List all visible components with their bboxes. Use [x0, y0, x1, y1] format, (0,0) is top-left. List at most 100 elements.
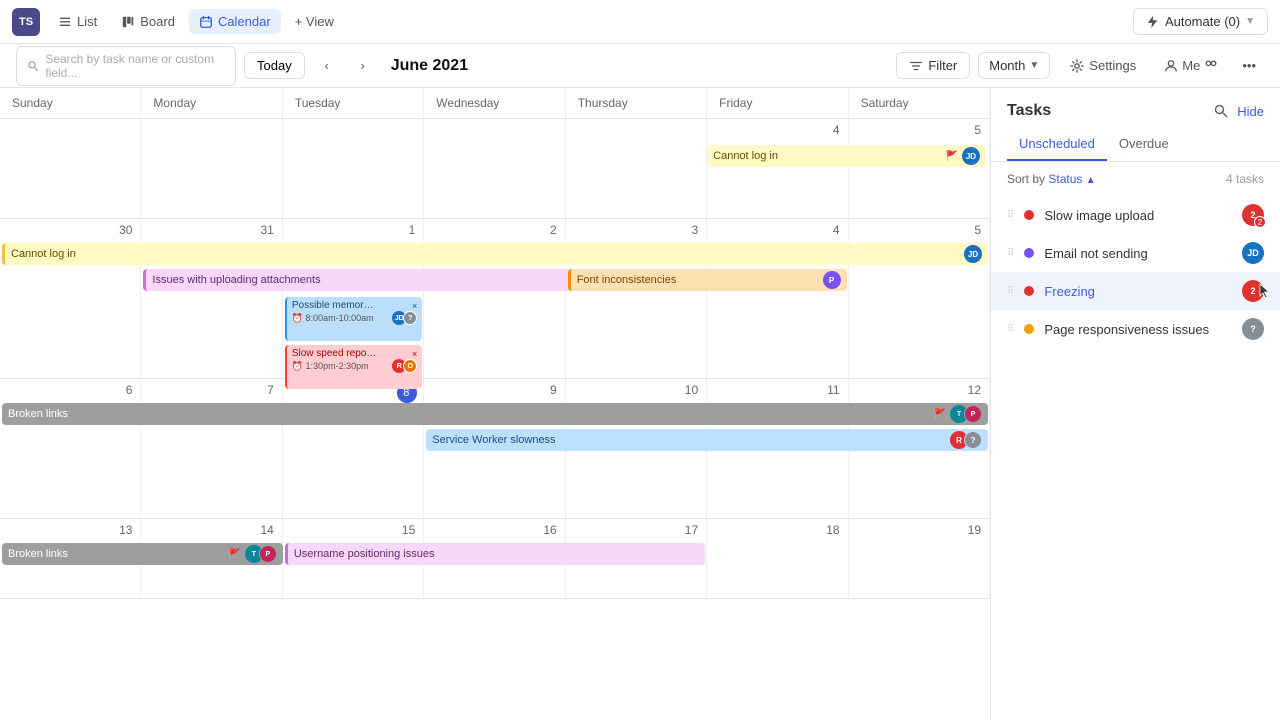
day-cell-sun-w2[interactable]: 6 [0, 379, 141, 518]
day-num-2: 2 [430, 223, 558, 237]
drag-handle-icon[interactable]: ⠿ [1007, 210, 1014, 221]
day-num-17: 17 [572, 523, 700, 537]
event-slow-speed[interactable]: Slow speed repo… × ⏰ 1:30pm-2:30pm R O [285, 345, 422, 389]
drag-handle-icon[interactable]: ⠿ [1007, 248, 1014, 259]
user-icon [1164, 59, 1178, 73]
month-title: June 2021 [391, 57, 468, 75]
task-list: ⠿ Slow image upload 2 2 ⠿ Email not send… [991, 192, 1280, 720]
avatar: P [964, 405, 982, 423]
sidebar-header: Tasks Hide [991, 88, 1280, 128]
sidebar-title: Tasks [1007, 102, 1051, 120]
tab-overdue[interactable]: Overdue [1107, 128, 1181, 161]
avatar: O [403, 359, 417, 373]
event-broken-links-w3[interactable]: Broken links 🚩 T P [2, 543, 283, 565]
task-sidebar: Tasks Hide Unscheduled Overdue Sort by S… [990, 88, 1280, 720]
nav-list[interactable]: List [48, 9, 107, 34]
sidebar-tabs: Unscheduled Overdue [991, 128, 1280, 162]
day-cell-fri-w3[interactable]: 18 [707, 519, 848, 598]
list-item[interactable]: ⠿ Page responsiveness issues ? [991, 310, 1280, 348]
list-item[interactable]: ⠿ Email not sending JD [991, 234, 1280, 272]
list-item[interactable]: ⠿ Slow image upload 2 2 [991, 196, 1280, 234]
drag-handle-icon[interactable]: ⠿ [1007, 286, 1014, 297]
week-row-1: 30 31 1 2 3 4 5 [0, 219, 990, 379]
app-icon: TS [12, 8, 40, 36]
day-num-7: 7 [147, 383, 275, 397]
next-month-button[interactable]: › [349, 52, 377, 80]
settings-icon [1070, 59, 1084, 73]
day-cell-mon-w2[interactable]: 7 [141, 379, 282, 518]
event-avatar: JD [964, 245, 982, 263]
day-num-30: 30 [6, 223, 134, 237]
month-selector[interactable]: Month ▼ [978, 52, 1050, 79]
day-num-11: 11 [713, 383, 841, 397]
search-placeholder: Search by task name or custom field... [45, 52, 225, 80]
day-cell-fri-w0[interactable]: 4 [707, 119, 848, 218]
nav-calendar[interactable]: Calendar [189, 9, 281, 34]
day-header-tue: Tuesday [283, 88, 424, 118]
chevron-down-icon: ▼ [1245, 16, 1255, 27]
hide-button[interactable]: Hide [1237, 104, 1264, 119]
day-cell-sun-w0[interactable] [0, 119, 141, 218]
close-icon: × [412, 301, 417, 311]
event-username-positioning[interactable]: Username positioning issues [285, 543, 705, 565]
automate-button[interactable]: Automate (0) ▼ [1133, 8, 1268, 35]
status-dot [1024, 324, 1034, 334]
event-possible-memory[interactable]: Possible memor… × ⏰ 8:00am-10:00am JD ? [285, 297, 422, 341]
today-button[interactable]: Today [244, 52, 305, 79]
event-font-inconsistencies[interactable]: Font inconsistencies P [568, 269, 847, 291]
day-num-1: 1 [289, 223, 417, 237]
flag-icon: 🚩 [934, 409, 946, 420]
day-num-fri-w0: 4 [713, 123, 841, 137]
list-icon [58, 15, 72, 29]
search-icon [27, 59, 39, 73]
more-options-button[interactable]: ••• [1234, 53, 1264, 78]
day-num-19: 19 [855, 523, 983, 537]
day-cell-sat-w3[interactable]: 19 [849, 519, 990, 598]
day-cell-tue-w2[interactable]: 8 [283, 379, 424, 518]
avatar: ? [964, 431, 982, 449]
filter-icon [909, 59, 923, 73]
day-num-10: 10 [572, 383, 700, 397]
nav-board[interactable]: Board [111, 9, 185, 34]
count-badge: 2 [1254, 216, 1266, 228]
sidebar-sort: Sort by Status ▲ 4 tasks [991, 162, 1280, 192]
toolbar: Search by task name or custom field... T… [0, 44, 1280, 88]
event-broken-links-w2[interactable]: Broken links 🚩 T P [2, 403, 988, 425]
day-cell-sat-w0[interactable]: 5 [849, 119, 990, 218]
day-num-15: 15 [289, 523, 417, 537]
board-icon [121, 15, 135, 29]
add-view-btn[interactable]: + View [285, 9, 344, 34]
event-cannot-log-in-w0[interactable]: Cannot log in 🚩 JD [707, 145, 986, 167]
day-num-sat-w0: 5 [855, 123, 983, 137]
task-name-link[interactable]: Freezing [1044, 284, 1232, 299]
day-cell-thu-w0[interactable] [566, 119, 707, 218]
day-header-sat: Saturday [849, 88, 990, 118]
day-cell-wed-w0[interactable] [424, 119, 565, 218]
week-row-0: 4 5 Cannot log in 🚩 JD [0, 119, 990, 219]
search-box[interactable]: Search by task name or custom field... [16, 46, 236, 86]
close-icon: × [412, 349, 417, 359]
event-avatar: JD [962, 147, 980, 165]
list-item[interactable]: ⠿ Freezing 2 [991, 272, 1280, 310]
sidebar-search-icon[interactable] [1213, 103, 1229, 119]
day-cell-tue-w0[interactable] [283, 119, 424, 218]
day-cell-mon-w0[interactable] [141, 119, 282, 218]
prev-month-button[interactable]: ‹ [313, 52, 341, 80]
tab-unscheduled[interactable]: Unscheduled [1007, 128, 1107, 161]
day-num-13: 13 [6, 523, 134, 537]
me-button[interactable]: Me [1156, 53, 1226, 78]
sort-direction-icon: ▲ [1086, 175, 1096, 186]
drag-handle-icon[interactable]: ⠿ [1007, 324, 1014, 335]
event-service-worker[interactable]: Service Worker slowness R ? [426, 429, 988, 451]
settings-button[interactable]: Settings [1058, 53, 1148, 78]
avatar: ? [403, 311, 417, 325]
task-name: Page responsiveness issues [1044, 322, 1232, 337]
avatar: P [259, 545, 277, 563]
sort-field-link[interactable]: Status [1048, 172, 1082, 186]
calendar-area: Sunday Monday Tuesday Wednesday Thursday… [0, 88, 990, 720]
nav-right: Automate (0) ▼ [1133, 8, 1268, 35]
task-avatar: JD [1242, 242, 1264, 264]
event-cannot-log-in-w1[interactable]: Cannot log in JD [2, 243, 988, 265]
status-dot [1024, 210, 1034, 220]
filter-button[interactable]: Filter [896, 52, 970, 79]
